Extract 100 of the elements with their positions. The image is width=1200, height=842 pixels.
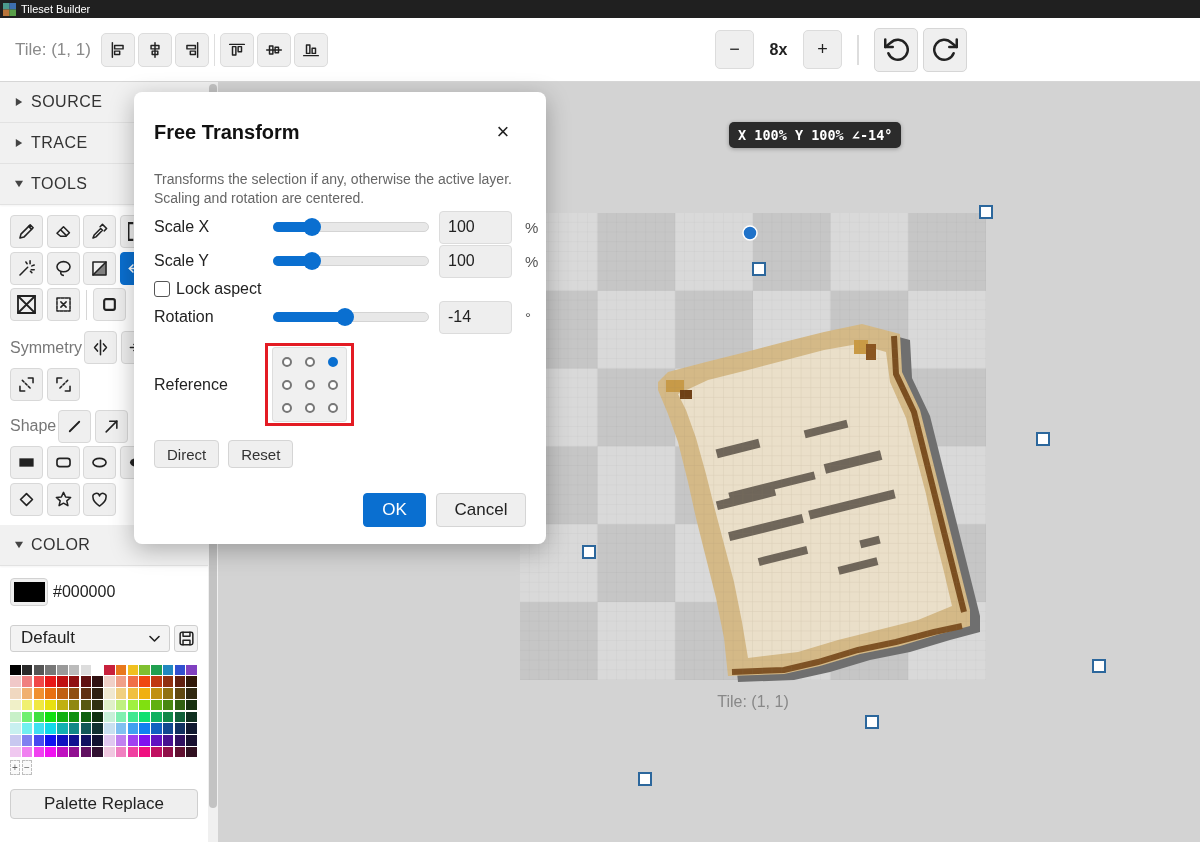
symmetry-button[interactable]	[46, 367, 80, 401]
palette-swatch[interactable]	[162, 711, 174, 722]
palette-swatch[interactable]	[104, 699, 115, 711]
palette-swatch[interactable]	[174, 664, 185, 675]
palette-swatch[interactable]	[68, 664, 80, 675]
ok-button[interactable]: OK	[363, 493, 426, 527]
palette-swatch[interactable]	[80, 688, 91, 699]
palette-swatch[interactable]	[57, 735, 68, 746]
rotate-handle[interactable]	[742, 225, 758, 241]
tool-button[interactable]	[46, 288, 80, 321]
palette-swatch[interactable]	[33, 735, 44, 746]
palette-swatch[interactable]	[33, 699, 44, 711]
palette-swatch[interactable]	[10, 711, 21, 722]
palette-swatch[interactable]	[92, 711, 103, 722]
resize-handle[interactable]	[582, 545, 596, 559]
align-button[interactable]	[138, 32, 172, 67]
palette-swatch[interactable]	[151, 688, 162, 699]
palette-swatch[interactable]	[162, 676, 174, 687]
slider-thumb[interactable]	[303, 218, 321, 236]
palette-swatch[interactable]	[68, 699, 80, 711]
palette-swatch[interactable]	[139, 664, 150, 675]
palette-swatch[interactable]	[45, 711, 56, 722]
anchor-point-radio[interactable]	[281, 402, 292, 413]
slider-track[interactable]	[273, 308, 429, 326]
palette-swatch[interactable]	[10, 676, 21, 687]
palette-swatch[interactable]	[68, 676, 80, 687]
palette-swatch[interactable]	[127, 699, 138, 711]
palette-swatch[interactable]	[80, 711, 91, 722]
remove-color-button[interactable]: −	[22, 760, 32, 776]
number-field[interactable]: 100	[439, 210, 512, 244]
resize-handle[interactable]	[979, 205, 993, 219]
palette-swatch[interactable]	[174, 676, 185, 687]
palette-swatch[interactable]	[92, 735, 103, 746]
tool-button[interactable]	[46, 215, 80, 248]
palette-swatch[interactable]	[10, 723, 21, 734]
palette-swatch[interactable]	[186, 735, 197, 746]
shape-button[interactable]	[46, 446, 80, 479]
tool-button[interactable]	[83, 251, 116, 285]
palette-swatch[interactable]	[10, 699, 21, 711]
shape-button[interactable]	[58, 409, 91, 443]
tool-button[interactable]	[83, 215, 116, 248]
palette-swatch[interactable]	[115, 735, 127, 746]
palette-swatch[interactable]	[151, 735, 162, 746]
palette-swatch[interactable]	[33, 688, 44, 699]
slider-thumb[interactable]	[335, 308, 354, 326]
align-button[interactable]	[294, 32, 328, 67]
close-button[interactable]: ×	[491, 120, 515, 144]
resize-handle[interactable]	[752, 262, 766, 276]
align-button[interactable]	[101, 32, 135, 67]
palette-select[interactable]: Default	[10, 624, 170, 652]
palette-swatch[interactable]	[68, 723, 80, 734]
palette-swatch[interactable]	[174, 746, 185, 758]
add-color-button[interactable]: +	[10, 760, 20, 776]
palette-swatch[interactable]	[21, 746, 33, 758]
slider-thumb[interactable]	[303, 252, 321, 270]
palette-swatch[interactable]	[186, 711, 197, 722]
palette-swatch[interactable]	[92, 688, 103, 699]
palette-swatch[interactable]	[127, 711, 138, 722]
palette-swatch[interactable]	[186, 746, 197, 758]
palette-swatch[interactable]	[151, 664, 162, 675]
palette-swatch[interactable]	[186, 688, 197, 699]
palette-swatch[interactable]	[127, 688, 138, 699]
palette-swatch[interactable]	[80, 664, 91, 675]
tool-button[interactable]	[10, 215, 43, 248]
tool-button[interactable]	[46, 251, 80, 285]
symmetry-button[interactable]	[84, 331, 117, 364]
shape-button[interactable]	[83, 446, 116, 479]
palette-swatch[interactable]	[57, 723, 68, 734]
palette-swatch[interactable]	[21, 735, 33, 746]
palette-swatch[interactable]	[151, 723, 162, 734]
align-button[interactable]	[257, 32, 291, 67]
palette-swatch[interactable]	[45, 723, 56, 734]
palette-swatch[interactable]	[162, 735, 174, 746]
palette-swatch[interactable]	[115, 746, 127, 758]
palette-swatch[interactable]	[80, 699, 91, 711]
palette-swatch[interactable]	[127, 664, 138, 675]
palette-swatch[interactable]	[21, 711, 33, 722]
anchor-point-radio[interactable]	[281, 356, 292, 367]
palette-swatch[interactable]	[104, 664, 115, 675]
palette-swatch[interactable]	[162, 699, 174, 711]
palette-swatch[interactable]	[174, 711, 185, 722]
palette-swatch[interactable]	[139, 676, 150, 687]
palette-swatch[interactable]	[139, 735, 150, 746]
palette-swatch[interactable]	[92, 699, 103, 711]
palette-swatch[interactable]	[57, 688, 68, 699]
palette-swatch[interactable]	[174, 723, 185, 734]
palette-swatch[interactable]	[104, 746, 115, 758]
palette-swatch[interactable]	[151, 699, 162, 711]
dialog-button[interactable]: Direct	[154, 440, 220, 468]
palette-swatch[interactable]	[162, 688, 174, 699]
palette-swatch[interactable]	[21, 699, 33, 711]
palette-swatch[interactable]	[45, 664, 56, 675]
palette-swatch[interactable]	[104, 735, 115, 746]
shape-button[interactable]	[10, 446, 43, 479]
palette-swatch[interactable]	[151, 746, 162, 758]
palette-swatch[interactable]	[186, 723, 197, 734]
anchor-point-radio[interactable]	[327, 402, 338, 413]
palette-swatch[interactable]	[127, 735, 138, 746]
palette-swatch[interactable]	[174, 735, 185, 746]
palette-swatch[interactable]	[33, 746, 44, 758]
